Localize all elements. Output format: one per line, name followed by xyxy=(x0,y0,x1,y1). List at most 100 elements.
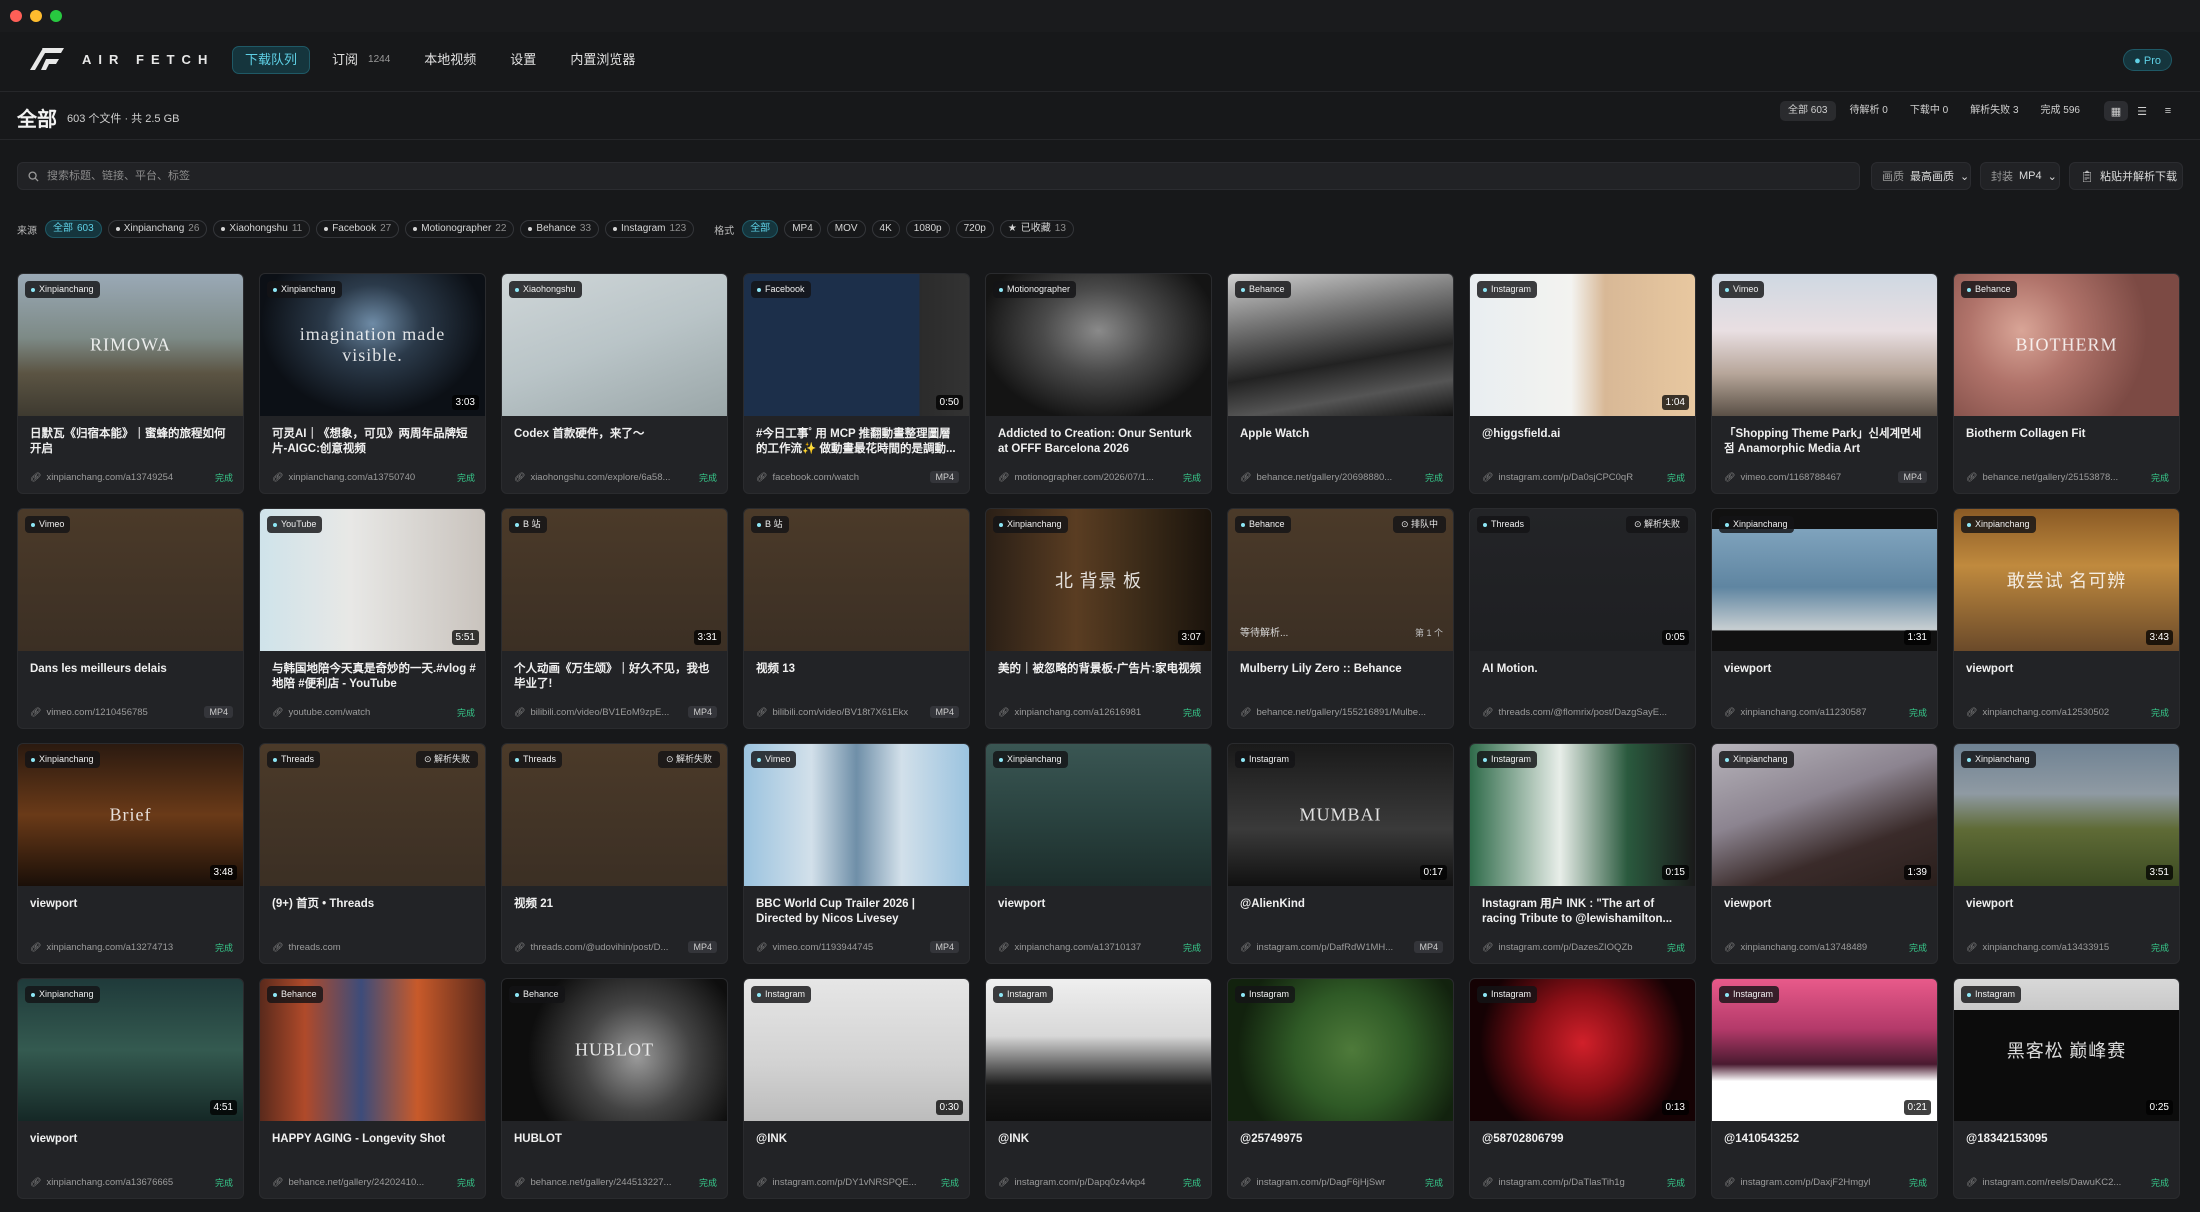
format-chip[interactable]: 1080p xyxy=(905,220,950,238)
video-card[interactable]: B 站视频 13 🔗︎ bilibili.com/video/BV18t7X61Ek… xyxy=(743,508,970,729)
card-url[interactable]: behance.net/gallery/24202410... xyxy=(288,1177,452,1188)
minimize-window-button[interactable] xyxy=(30,10,42,22)
format-select[interactable]: 封装 MP4 ⌄ xyxy=(1980,162,2060,190)
card-url[interactable]: instagram.com/p/DaTlasTih1g xyxy=(1498,1177,1662,1188)
card-url[interactable]: xinpianchang.com/a13274713 xyxy=(46,942,210,953)
thumbnail[interactable]: Instagram xyxy=(1228,979,1453,1121)
card-url[interactable]: instagram.com/p/Dapq0z4vkp4 xyxy=(1014,1177,1178,1188)
search-box[interactable] xyxy=(17,162,1860,190)
thumbnail[interactable]: MUMBAI Instagram 0:17 xyxy=(1228,744,1453,886)
card-url[interactable]: xinpianchang.com/a13710137 xyxy=(1014,942,1178,953)
tab-1[interactable]: 订阅 1244 xyxy=(320,46,402,74)
card-url[interactable]: instagram.com/p/DaxjF2Hmgyl xyxy=(1740,1177,1904,1188)
format-chip[interactable]: MOV xyxy=(826,220,866,238)
thumbnail[interactable]: Xinpianchang 1:39 xyxy=(1712,744,1937,886)
thumbnail[interactable]: 北 背景 板 Xinpianchang 3:07 xyxy=(986,509,1211,651)
thumbnail[interactable]: Instagram 0:13 xyxy=(1470,979,1695,1121)
card-url[interactable]: instagram.com/p/Da0sjCPC0qR xyxy=(1498,472,1662,483)
thumbnail[interactable]: YouTube 5:51 xyxy=(260,509,485,651)
video-card[interactable]: RIMOWA Xinpianchang 日默瓦《归宿本能》｜蜜蜂的旅程如何开启 🔗︎ x… xyxy=(17,273,244,494)
format-chip[interactable]: MP4 xyxy=(784,220,821,238)
video-card[interactable]: HUBLOT Behance HUBLOT 🔗︎ behance.net/gallery… xyxy=(501,978,728,1199)
format-chip[interactable]: 4K xyxy=(871,220,900,238)
card-url[interactable]: behance.net/gallery/244513227... xyxy=(530,1177,694,1188)
pro-badge[interactable]: ● Pro xyxy=(2123,49,2172,71)
video-card[interactable]: Vimeo BBC World Cup Trailer 2026 | Direct… xyxy=(743,743,970,964)
video-card[interactable]: Behance HAPPY AGING - Longevity Shot 🔗︎ beh… xyxy=(259,978,486,1199)
video-card[interactable]: Xinpianchang 1:31 viewport 🔗︎ xinpianchang.c… xyxy=(1711,508,1938,729)
card-url[interactable]: vimeo.com/1168788467 xyxy=(1740,472,1893,483)
status-filter-2[interactable]: 下载中 0 xyxy=(1902,101,1956,121)
thumbnail[interactable]: Xinpianchang 4:51 xyxy=(18,979,243,1121)
card-url[interactable]: xiaohongshu.com/explore/6a58... xyxy=(530,472,694,483)
zoom-window-button[interactable] xyxy=(50,10,62,22)
video-card[interactable]: imagination made visible. Xinpianchang 3:0… xyxy=(259,273,486,494)
thumbnail[interactable]: Xinpianchang 3:51 xyxy=(1954,744,2179,886)
starred-chip[interactable]: ★ 已收藏 13 xyxy=(999,220,1074,238)
thumbnail[interactable]: Motionographer xyxy=(986,274,1211,416)
thumbnail[interactable]: BIOTHERM Behance xyxy=(1954,274,2179,416)
video-card[interactable]: Instagram 0:21 @1410543252 🔗︎ instagram.com/… xyxy=(1711,978,1938,1199)
card-url[interactable]: xinpianchang.com/a13433915 xyxy=(1982,942,2146,953)
status-filter-1[interactable]: 待解析 0 xyxy=(1842,101,1896,121)
tab-0[interactable]: 下载队列 xyxy=(232,46,311,74)
thumbnail[interactable]: imagination made visible. Xinpianchang 3:0… xyxy=(260,274,485,416)
card-url[interactable]: xinpianchang.com/a13676665 xyxy=(46,1177,210,1188)
video-card[interactable]: BIOTHERM Behance Biotherm Collagen Fit 🔗︎ be… xyxy=(1953,273,2180,494)
thumbnail[interactable]: Instagram xyxy=(986,979,1211,1121)
video-card[interactable]: MUMBAI Instagram 0:17 @AlienKind 🔗︎ instagram… xyxy=(1227,743,1454,964)
tab-3[interactable]: 设置 xyxy=(498,46,548,74)
video-card[interactable]: Instagram @INK 🔗︎ instagram.com/p/Dapq0z4vk… xyxy=(985,978,1212,1199)
video-card[interactable]: Xinpianchang viewport 🔗︎ xinpianchang.com/a… xyxy=(985,743,1212,964)
video-card[interactable]: Xinpianchang 1:39 viewport 🔗︎ xinpianchang.c… xyxy=(1711,743,1938,964)
list-view-icon[interactable]: ☰ xyxy=(2130,101,2154,121)
video-card[interactable]: Threads ⊙ 解析失败 视频 21 🔗︎ threads.com/@udovihi… xyxy=(501,743,728,964)
card-url[interactable]: youtube.com/watch xyxy=(288,707,452,718)
thumbnail[interactable]: Instagram 1:04 xyxy=(1470,274,1695,416)
grid-view-icon[interactable]: ▦ xyxy=(2104,101,2128,121)
card-url[interactable]: instagram.com/p/DafRdW1MH... xyxy=(1256,942,1409,953)
thumbnail[interactable]: Vimeo xyxy=(1712,274,1937,416)
thumbnail[interactable]: Xinpianchang xyxy=(986,744,1211,886)
video-card[interactable]: Threads ⊙ 解析失败 0:05 AI Motion. 🔗︎ threads.com… xyxy=(1469,508,1696,729)
card-url[interactable]: bilibili.com/video/BV18t7X61Ekx xyxy=(772,707,925,718)
card-url[interactable]: behance.net/gallery/20698880... xyxy=(1256,472,1420,483)
thumbnail[interactable]: B 站 3:31 xyxy=(502,509,727,651)
thumbnail[interactable]: RIMOWA Xinpianchang xyxy=(18,274,243,416)
thumbnail[interactable]: 敢尝试 名可辨 Xinpianchang 3:43 xyxy=(1954,509,2179,651)
status-filter-3[interactable]: 解析失败 3 xyxy=(1962,101,2026,121)
card-url[interactable]: behance.net/gallery/25153878... xyxy=(1982,472,2146,483)
quality-select[interactable]: 画质 最高画质 ⌄ xyxy=(1871,162,1971,190)
card-url[interactable]: instagram.com/p/DY1vNRSPQE... xyxy=(772,1177,936,1188)
video-card[interactable]: Xiaohongshu Codex 首款硬件，来了～ 🔗︎ xiaohongshu.c… xyxy=(501,273,728,494)
card-url[interactable]: vimeo.com/1210456785 xyxy=(46,707,199,718)
video-card[interactable]: B 站 3:31 个人动画《万生颂》｜好久不见，我也毕业了! 🔗︎ bilibili.c… xyxy=(501,508,728,729)
thumbnail[interactable]: 黑客松 巅峰赛 Instagram 0:25 xyxy=(1954,979,2179,1121)
video-card[interactable]: Brief Xinpianchang 3:48 viewport 🔗︎ xinpianch… xyxy=(17,743,244,964)
card-url[interactable]: xinpianchang.com/a13749254 xyxy=(46,472,210,483)
card-url[interactable]: behance.net/gallery/155216891/Mulbe... xyxy=(1256,707,1443,718)
card-url[interactable]: threads.com/@udovihin/post/D... xyxy=(530,942,683,953)
video-card[interactable]: Motionographer Addicted to Creation: Onur… xyxy=(985,273,1212,494)
card-url[interactable]: xinpianchang.com/a13750740 xyxy=(288,472,452,483)
source-chip[interactable]: Facebook 27 xyxy=(316,220,400,238)
thumbnail[interactable]: Vimeo xyxy=(18,509,243,651)
video-card[interactable]: Instagram 0:15 Instagram 用户 INK : "The art… xyxy=(1469,743,1696,964)
video-card[interactable]: Instagram @25749975 🔗︎ instagram.com/p/DagF… xyxy=(1227,978,1454,1199)
card-url[interactable]: xinpianchang.com/a12530502 xyxy=(1982,707,2146,718)
thumbnail[interactable]: Threads ⊙ 解析失败 xyxy=(260,744,485,886)
card-url[interactable]: threads.com xyxy=(288,942,475,953)
thumbnail[interactable]: Threads ⊙ 解析失败 0:05 xyxy=(1470,509,1695,651)
video-card[interactable]: 敢尝试 名可辨 Xinpianchang 3:43 viewport 🔗︎ xinpian… xyxy=(1953,508,2180,729)
tab-2[interactable]: 本地视频 xyxy=(412,46,488,74)
video-card[interactable]: Instagram 1:04 @higgsfield.ai 🔗︎ instagram.c… xyxy=(1469,273,1696,494)
thumbnail[interactable]: Xinpianchang 1:31 xyxy=(1712,509,1937,651)
format-chip[interactable]: 全部 xyxy=(742,220,779,238)
video-card[interactable]: Behance ⊙ 排队中 等待解析... 第 1 个 Mulberry Lily Ze… xyxy=(1227,508,1454,729)
card-url[interactable]: xinpianchang.com/a12616981 xyxy=(1014,707,1178,718)
video-card[interactable]: Instagram 0:13 @58702806799 🔗︎ instagram.com… xyxy=(1469,978,1696,1199)
video-card[interactable]: Vimeo 「Shopping Theme Park」신세계면세점 Anamorp… xyxy=(1711,273,1938,494)
video-card[interactable]: Xinpianchang 3:51 viewport 🔗︎ xinpianchang.c… xyxy=(1953,743,2180,964)
card-url[interactable]: instagram.com/reels/DawuKC2... xyxy=(1982,1177,2146,1188)
thumbnail[interactable]: Instagram 0:21 xyxy=(1712,979,1937,1121)
